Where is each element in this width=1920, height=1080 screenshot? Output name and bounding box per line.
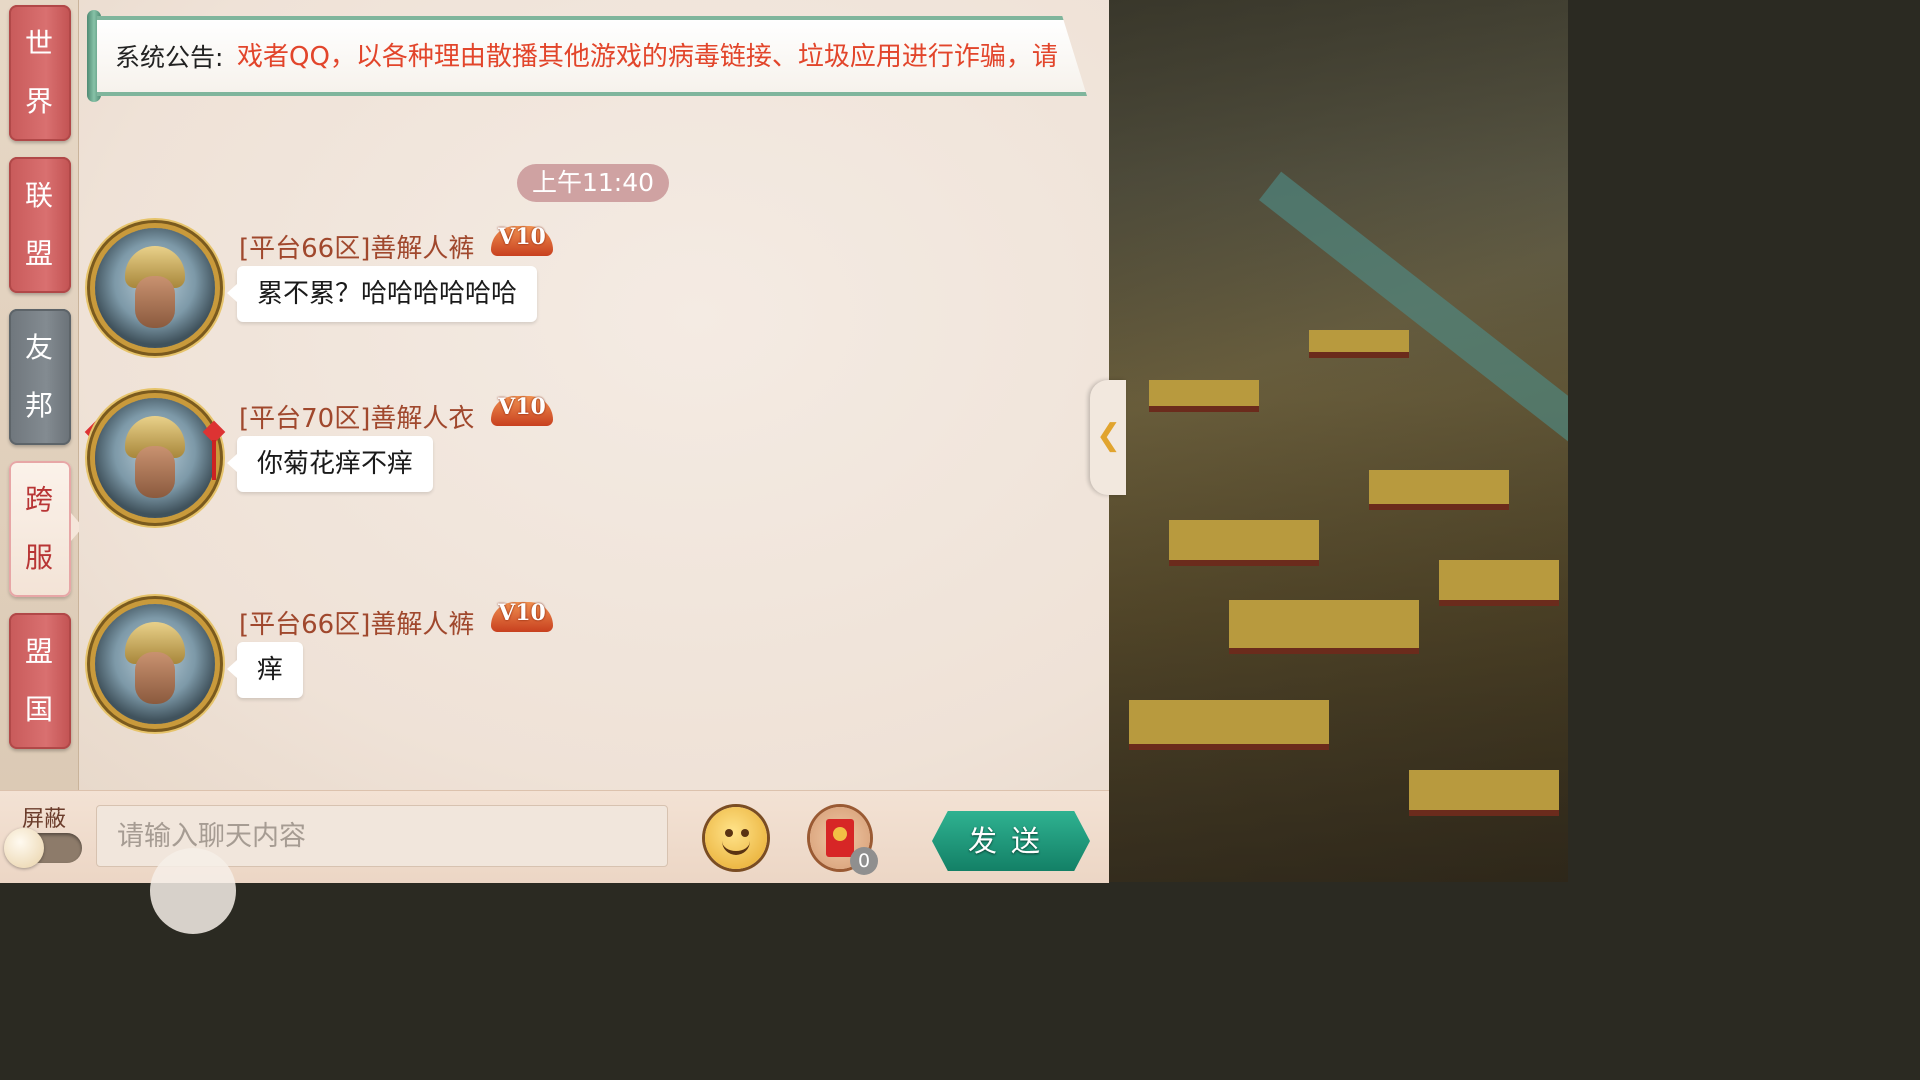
palace-roof	[1369, 470, 1509, 504]
message-bubble: 你菊花痒不痒	[226, 436, 434, 492]
send-button[interactable]: 发送	[932, 811, 1090, 871]
tab-friends-char-2: 邦	[24, 389, 55, 422]
chevron-left-icon: ❮	[1096, 418, 1122, 453]
message-bubble: 累不累？哈哈哈哈哈哈	[226, 266, 538, 322]
avatar[interactable]	[95, 398, 215, 518]
vip-badge-icon: V10	[491, 596, 553, 640]
toggle-knob	[4, 828, 44, 868]
emoji-eye-icon	[741, 829, 749, 837]
tab-alliance-char-1: 联	[24, 179, 55, 212]
avatar-face	[135, 276, 175, 328]
shield-toggle[interactable]	[4, 828, 82, 868]
notice-text: 戏者QQ，以各种理由散播其他游戏的病毒链接、垃圾应用进行诈骗，请	[237, 42, 1058, 72]
collapse-panel-button[interactable]: ❮	[1090, 380, 1126, 495]
vip-level: V10	[498, 394, 546, 420]
palace-roof	[1439, 560, 1559, 600]
red-envelope-seal-icon	[833, 827, 847, 841]
avatar-face	[135, 652, 175, 704]
emoji-button[interactable]	[705, 807, 767, 869]
tab-cross-server-char-2: 服	[24, 541, 55, 574]
tab-world-char-1: 世	[24, 27, 55, 60]
palace-roof	[1129, 700, 1329, 744]
palace-roof	[1229, 600, 1419, 648]
scene-river	[1259, 171, 1568, 755]
tab-world[interactable]: 世 界	[9, 5, 71, 141]
avatar[interactable]	[95, 604, 215, 724]
palace-roof	[1149, 380, 1259, 406]
avatar[interactable]	[95, 228, 215, 348]
emoji-mouth-icon	[722, 837, 750, 855]
sender-name[interactable]: [平台66区]善解人裤	[239, 604, 474, 641]
tab-allied-nations-char-2: 国	[24, 693, 55, 726]
system-notice-banner: 系统公告: 戏者QQ，以各种理由散播其他游戏的病毒链接、垃圾应用进行诈骗，请	[87, 10, 1099, 102]
red-packet-count-badge: 0	[850, 847, 878, 875]
tab-alliance-char-2: 盟	[24, 237, 55, 270]
message-timestamp: 上午11:40	[517, 164, 669, 202]
message-bubble: 痒	[226, 642, 304, 698]
tab-cross-server[interactable]: 跨 服	[9, 461, 83, 597]
emoji-eye-icon	[725, 829, 733, 837]
tab-allied-nations-char-1: 盟	[24, 635, 55, 668]
tab-cross-server-char-1: 跨	[24, 483, 55, 516]
avatar-face	[135, 446, 175, 498]
tab-world-char-2: 界	[24, 85, 55, 118]
city-background-scene	[1109, 0, 1568, 882]
palace-roof	[1309, 330, 1409, 352]
vip-level: V10	[498, 224, 546, 250]
notice-label: 系统公告:	[115, 43, 224, 72]
tab-friends[interactable]: 友 邦	[9, 309, 71, 445]
palace-roof	[1409, 770, 1559, 810]
chinese-knot-icon	[203, 424, 225, 484]
drag-handle-icon[interactable]	[150, 848, 236, 934]
vip-level: V10	[498, 600, 546, 626]
sender-name[interactable]: [平台66区]善解人裤	[239, 228, 474, 265]
channel-tabs: 世 界 联 盟 友 邦 跨 服 盟 国	[0, 0, 83, 790]
chat-panel: 系统公告: 戏者QQ，以各种理由散播其他游戏的病毒链接、垃圾应用进行诈骗，请 上…	[79, 0, 1109, 790]
sender-name[interactable]: [平台70区]善解人衣	[239, 398, 474, 435]
tab-alliance[interactable]: 联 盟	[9, 157, 71, 293]
vip-badge-icon: V10	[491, 220, 553, 264]
tab-friends-char-1: 友	[24, 331, 55, 364]
vip-badge-icon: V10	[491, 390, 553, 434]
palace-roof	[1169, 520, 1319, 560]
tab-allied-nations[interactable]: 盟 国	[9, 613, 71, 749]
